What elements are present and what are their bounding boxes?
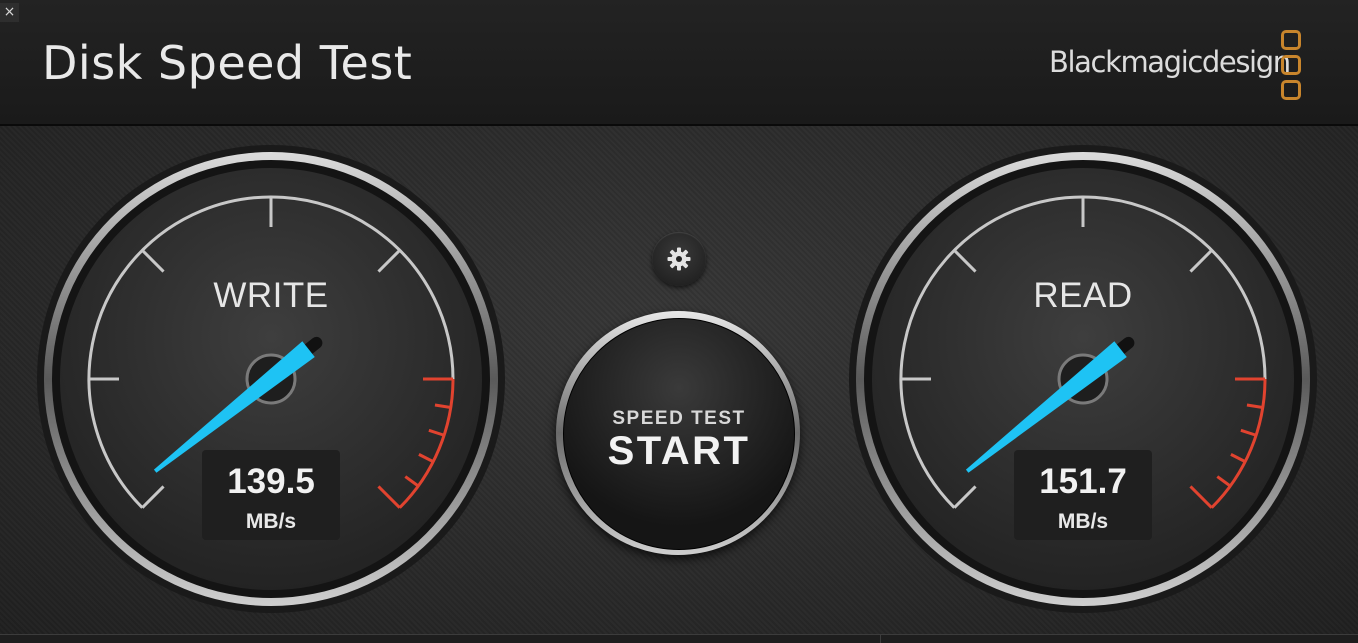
write-speed-value: 139.5	[227, 462, 315, 501]
write-gauge: WRITE 139.5 MB/s	[36, 144, 506, 614]
read-gauge-label: READ	[1033, 276, 1133, 315]
start-button-subtitle: SPEED TEST	[612, 408, 746, 429]
read-speed-unit: MB/s	[1057, 510, 1109, 533]
gear-icon	[667, 247, 691, 271]
start-button-face: SPEED TEST START	[563, 318, 795, 550]
write-gauge-label: WRITE	[213, 276, 329, 315]
write-speed-unit: MB/s	[245, 510, 297, 533]
settings-button[interactable]	[652, 232, 706, 286]
app-title: Disk Speed Test	[42, 36, 413, 90]
read-speed-value: 151.7	[1039, 462, 1127, 501]
write-speed-readout: 139.5 MB/s	[202, 450, 340, 540]
start-button-label: START	[607, 429, 751, 473]
read-gauge: READ 151.7 MB/s	[848, 144, 1318, 614]
title-bar: × Disk Speed Test Blackmagicdesign	[0, 0, 1358, 126]
close-button[interactable]: ×	[0, 3, 19, 22]
brand-name: Blackmagicdesign	[1049, 45, 1291, 79]
speed-test-start-button[interactable]: SPEED TEST START	[556, 311, 800, 555]
read-speed-readout: 151.7 MB/s	[1014, 450, 1152, 540]
